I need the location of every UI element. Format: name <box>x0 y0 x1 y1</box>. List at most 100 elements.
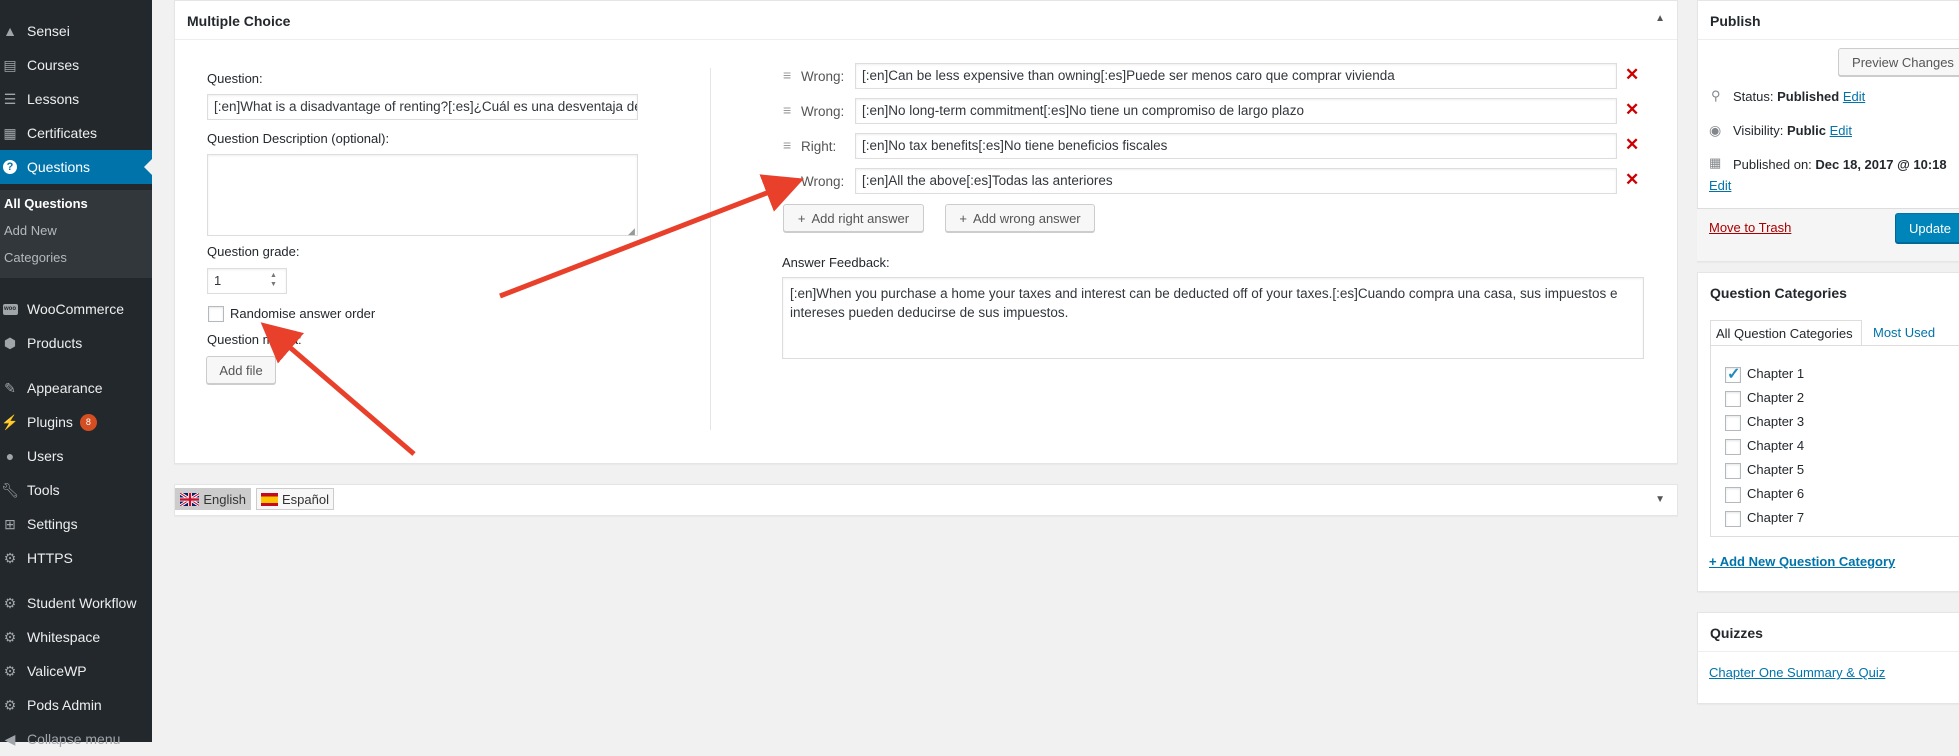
move-to-trash-link[interactable]: Move to Trash <box>1709 220 1791 235</box>
sidebar-item-questions[interactable]: ? Questions <box>0 150 152 184</box>
quiz-link[interactable]: Chapter One Summary & Quiz <box>1709 665 1885 680</box>
category-checkbox[interactable] <box>1725 415 1741 431</box>
drag-handle-icon[interactable]: ≡ <box>783 102 791 118</box>
column-divider <box>710 68 711 430</box>
quizzes-header: Quizzes <box>1698 613 1959 652</box>
answer-input[interactable]: [:en]Can be less expensive than owning[:… <box>855 63 1617 89</box>
remove-answer-icon[interactable]: ✕ <box>1625 170 1639 190</box>
gear-icon: ⚙ <box>3 662 17 679</box>
quizzes-postbox: Quizzes <box>1697 612 1959 704</box>
answer-type-label: Wrong: <box>801 69 845 84</box>
category-checkbox[interactable] <box>1725 487 1741 503</box>
question-label: Question: <box>207 71 263 86</box>
grade-stepper-icon[interactable]: ▲ ▼ <box>270 271 277 289</box>
pin-icon: ⚲ <box>1711 88 1721 103</box>
answer-row: ≡ Wrong: [:en]Can be less expensive than… <box>783 63 1639 91</box>
users-icon: ● <box>5 448 15 464</box>
answer-type-label: Wrong: <box>801 174 845 189</box>
sidebar-item-lessons[interactable]: ☰ Lessons <box>0 82 152 116</box>
randomise-checkbox[interactable] <box>208 306 224 322</box>
tab-all-categories[interactable]: All Question Categories <box>1710 320 1862 346</box>
sidebar-item-products[interactable]: ⬢ Products <box>0 326 152 360</box>
certificates-icon: ▦ <box>3 124 17 141</box>
collapse-menu-button[interactable]: ◀ Collapse menu <box>0 722 152 756</box>
expand-toggle-icon[interactable]: ▼ <box>1655 494 1665 505</box>
drag-handle-icon[interactable]: ≡ <box>783 172 791 188</box>
answer-input[interactable]: [:en]No tax benefits[:es]No tiene benefi… <box>855 133 1617 159</box>
answer-input[interactable]: [:en]No long-term commitment[:es]No tien… <box>855 98 1617 124</box>
answer-row: ≡ Wrong: [:en]No long-term commitment[:e… <box>783 98 1639 126</box>
language-spanish-button[interactable]: Español <box>256 488 334 510</box>
remove-answer-icon[interactable]: ✕ <box>1625 65 1639 85</box>
sidebar-item-certificates[interactable]: ▦ Certificates <box>0 116 152 150</box>
feedback-label: Answer Feedback: <box>782 255 890 270</box>
preview-changes-button[interactable]: Preview Changes <box>1838 48 1959 76</box>
sidebar-item-woocommerce[interactable]: woo WooCommerce <box>0 292 152 326</box>
answer-row: ≡ Right: [:en]No tax benefits[:es]No tie… <box>783 133 1639 161</box>
visibility-row: Visibility: Public Edit <box>1733 123 1853 138</box>
sidebar-item-student-workflow[interactable]: ⚙ Student Workflow <box>0 586 152 620</box>
remove-answer-icon[interactable]: ✕ <box>1625 100 1639 120</box>
add-new-category-link[interactable]: + Add New Question Category <box>1709 554 1895 569</box>
publish-title: Publish <box>1710 13 1761 29</box>
category-checkbox[interactable] <box>1725 391 1741 407</box>
gear-icon: ⚙ <box>3 594 17 611</box>
sidebar-item-courses[interactable]: ▤ Courses <box>0 48 152 82</box>
grade-label: Question grade: <box>207 244 300 259</box>
woocommerce-icon: woo <box>2 301 18 317</box>
media-label: Question media: <box>207 332 302 347</box>
category-checkbox[interactable] <box>1725 439 1741 455</box>
submenu-all-questions[interactable]: All Questions <box>4 196 88 211</box>
gear-icon: ⚙ <box>3 696 17 713</box>
plugins-icon: ⚡ <box>1 413 19 430</box>
edit-date-link[interactable]: Edit <box>1709 178 1731 193</box>
resize-handle-icon[interactable]: ◢ <box>628 226 635 237</box>
category-checkbox[interactable] <box>1725 364 1741 384</box>
plus-icon: + <box>797 210 806 226</box>
plugins-update-badge: 8 <box>79 413 97 431</box>
add-right-answer-button[interactable]: + Add right answer <box>783 204 924 232</box>
sidebar-item-appearance[interactable]: ✎ Appearance <box>0 371 152 405</box>
add-wrong-answer-button[interactable]: + Add wrong answer <box>945 204 1095 232</box>
categories-title: Question Categories <box>1710 285 1847 301</box>
answer-row: ≡ Wrong: [:en]All the above[:es]Todas la… <box>783 168 1639 196</box>
sidebar-item-pods-admin[interactable]: ⚙ Pods Admin <box>0 688 152 722</box>
sidebar-item-sensei[interactable]: ▲ Sensei <box>0 14 152 48</box>
postbox-header: Multiple Choice ▲ <box>175 1 1677 40</box>
category-checkbox[interactable] <box>1725 511 1741 527</box>
eye-icon: ◉ <box>1709 122 1722 138</box>
collapse-icon: ◀ <box>4 730 16 747</box>
category-checkbox[interactable] <box>1725 463 1741 479</box>
update-button[interactable]: Update <box>1895 213 1959 243</box>
tab-most-used[interactable]: Most Used <box>1873 325 1935 340</box>
sidebar-item-valicewp[interactable]: ⚙ ValiceWP <box>0 654 152 688</box>
edit-status-link[interactable]: Edit <box>1843 89 1865 104</box>
publish-header: Publish <box>1698 1 1959 40</box>
answer-input[interactable]: [:en]All the above[:es]Todas las anterio… <box>855 168 1617 194</box>
sidebar-item-tools[interactable]: 🔧︎ Tools <box>0 473 152 507</box>
courses-icon: ▤ <box>3 56 17 73</box>
drag-handle-icon[interactable]: ≡ <box>783 67 791 83</box>
sensei-icon: ▲ <box>3 23 17 39</box>
sidebar-item-https[interactable]: ⚙ HTTPS <box>0 541 152 575</box>
description-label: Question Description (optional): <box>207 131 390 146</box>
submenu-add-new[interactable]: Add New <box>4 223 57 238</box>
answer-type-label: Wrong: <box>801 104 845 119</box>
edit-visibility-link[interactable]: Edit <box>1830 123 1852 138</box>
categories-header: Question Categories <box>1698 273 1959 311</box>
sidebar-item-users[interactable]: ● Users <box>0 439 152 473</box>
sidebar-item-settings[interactable]: ⊞ Settings <box>0 507 152 541</box>
spain-flag-icon <box>261 492 279 506</box>
tools-icon: 🔧︎ <box>1 481 19 498</box>
feedback-textarea[interactable]: [:en]When you purchase a home your taxes… <box>782 277 1644 359</box>
add-file-button[interactable]: Add file <box>206 356 276 384</box>
drag-handle-icon[interactable]: ≡ <box>783 137 791 153</box>
sidebar-item-whitespace[interactable]: ⚙ Whitespace <box>0 620 152 654</box>
sidebar-item-plugins[interactable]: ⚡ Plugins 8 <box>0 405 152 439</box>
question-input[interactable]: [:en]What is a disadvantage of renting?[… <box>207 94 638 120</box>
collapse-toggle-icon[interactable]: ▲ <box>1655 13 1665 24</box>
remove-answer-icon[interactable]: ✕ <box>1625 135 1639 155</box>
description-textarea[interactable] <box>207 154 638 236</box>
language-english-button[interactable]: English <box>175 488 251 510</box>
submenu-categories[interactable]: Categories <box>4 250 67 265</box>
